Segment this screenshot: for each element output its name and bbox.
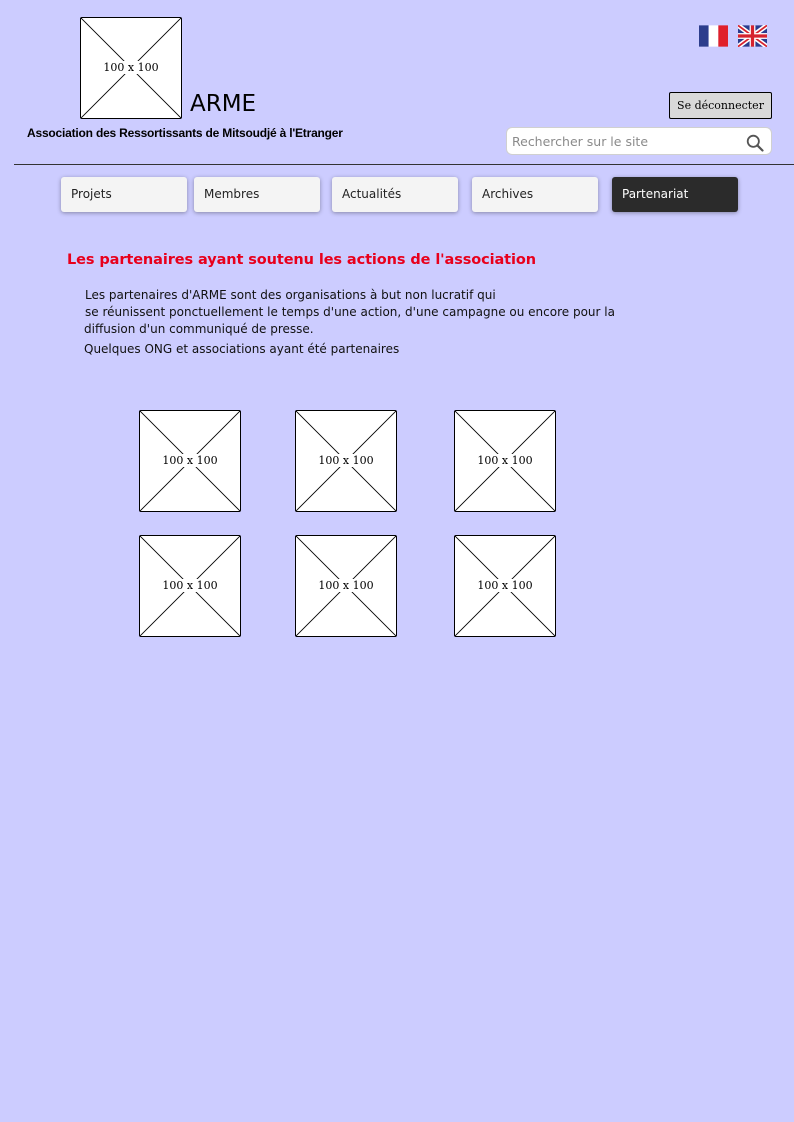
partner-logo-placeholder[interactable]: 100 x 100 [454,535,556,637]
tab-archives[interactable]: Archives [472,177,598,212]
tab-membres[interactable]: Membres [194,177,320,212]
partner-placeholder-label: 100 x 100 [317,454,375,467]
logout-button[interactable]: Se déconnecter [669,92,772,119]
partner-logo-placeholder[interactable]: 100 x 100 [139,535,241,637]
site-subtitle: Association des Ressortissants de Mitsou… [27,126,343,140]
search-input[interactable] [512,131,737,152]
partner-logo-placeholder[interactable]: 100 x 100 [454,410,556,512]
tab-actualites[interactable]: Actualités [332,177,458,212]
search-icon[interactable] [746,134,764,152]
partners-caption: Quelques ONG et associations ayant été p… [84,342,400,356]
flag-fr-icon[interactable] [699,25,728,47]
logo-placeholder-label: 100 x 100 [102,61,160,74]
intro-text-line: diffusion d'un communiqué de presse. [84,322,314,336]
site-title: ARME [190,91,257,117]
logo-placeholder: 100 x 100 [80,17,182,119]
tab-projets[interactable]: Projets [61,177,187,212]
partner-logo-placeholder[interactable]: 100 x 100 [139,410,241,512]
intro-text-line: se réunissent ponctuellement le temps d'… [85,305,615,319]
search-box [506,127,772,155]
page-title: Les partenaires ayant soutenu les action… [67,252,536,268]
header-divider [14,164,794,165]
partner-placeholder-label: 100 x 100 [161,579,219,592]
partner-placeholder-label: 100 x 100 [161,454,219,467]
partner-logo-placeholder[interactable]: 100 x 100 [295,410,397,512]
partner-logo-placeholder[interactable]: 100 x 100 [295,535,397,637]
flag-uk-icon[interactable] [738,25,767,47]
partner-placeholder-label: 100 x 100 [476,579,534,592]
tab-partenariat[interactable]: Partenariat [612,177,738,212]
partner-placeholder-label: 100 x 100 [476,454,534,467]
partner-placeholder-label: 100 x 100 [317,579,375,592]
intro-text-line: Les partenaires d'ARME sont des organisa… [85,288,496,302]
